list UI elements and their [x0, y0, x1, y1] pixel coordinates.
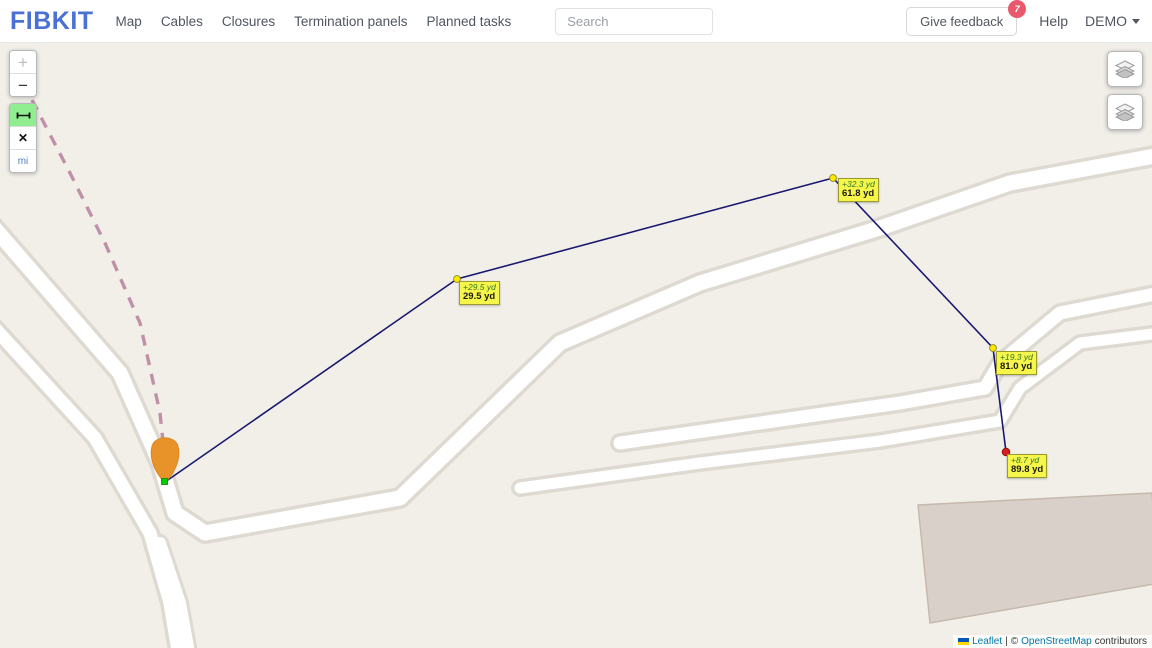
map-vector-layer — [0, 99, 1152, 648]
main-navigation: Map Cables Closures Termination panels P… — [116, 14, 512, 29]
measure-total: 61.8 yd — [842, 187, 875, 199]
measure-label: +32.3 yd 61.8 yd — [838, 178, 879, 202]
contributors-label: contributors — [1094, 636, 1147, 647]
layers-control-primary[interactable] — [1107, 51, 1143, 87]
nav-item-map[interactable]: Map — [116, 14, 142, 29]
attribution-separator: | — [1005, 636, 1008, 647]
measure-total: 89.8 yd — [1011, 463, 1044, 475]
ukraine-flag-icon — [958, 638, 970, 645]
measure-total: 81.0 yd — [1000, 360, 1033, 372]
openstreetmap-link[interactable]: OpenStreetMap — [1021, 636, 1092, 647]
search-input[interactable] — [555, 7, 714, 35]
navbar-right-group: Give feedback 7 Help DEMO — [906, 0, 1152, 36]
zoom-in-button[interactable]: + — [10, 51, 36, 73]
measure-label: +8.7 yd 89.8 yd — [1007, 454, 1048, 478]
measure-label: +29.5 yd 29.5 yd — [459, 281, 500, 305]
map-attribution: Leaflet | © OpenStreetMap contributors — [953, 635, 1152, 648]
measure-units-button[interactable]: mi — [10, 149, 36, 172]
top-navbar: FIBKIT Map Cables Closures Termination p… — [0, 0, 1152, 43]
building-polygon — [917, 492, 1152, 624]
ruler-icon — [16, 112, 30, 118]
nav-item-cables[interactable]: Cables — [161, 14, 203, 29]
layers-icon — [1115, 60, 1135, 78]
measure-total: 29.5 yd — [463, 290, 496, 302]
zoom-control: + − — [9, 50, 37, 97]
measure-toggle-button[interactable] — [10, 104, 36, 126]
nav-item-planned-tasks[interactable]: Planned tasks — [426, 14, 511, 29]
layers-control-secondary[interactable] — [1107, 94, 1143, 130]
vertex-start — [161, 478, 168, 485]
chevron-down-icon — [1132, 18, 1140, 24]
brand-logo[interactable]: FIBKIT — [10, 8, 94, 34]
help-link[interactable]: Help — [1039, 13, 1068, 29]
account-menu-label: DEMO — [1085, 13, 1127, 29]
zoom-out-button[interactable]: − — [10, 73, 36, 96]
close-icon: ✕ — [17, 131, 29, 145]
account-menu[interactable]: DEMO — [1085, 13, 1140, 29]
units-label: mi — [17, 155, 29, 167]
measure-label: +19.3 yd 81.0 yd — [996, 351, 1037, 375]
nav-item-termination-panels[interactable]: Termination panels — [294, 14, 407, 29]
layers-icon — [1115, 103, 1135, 121]
measure-cancel-button[interactable]: ✕ — [10, 126, 36, 149]
copyright-symbol: © — [1010, 636, 1019, 647]
leaflet-link[interactable]: Leaflet — [972, 636, 1002, 647]
measure-control: ✕ mi — [9, 103, 37, 173]
notification-badge[interactable]: 7 — [1008, 0, 1027, 18]
map-canvas[interactable]: +29.5 yd 29.5 yd +32.3 yd 61.8 yd +19.3 … — [0, 43, 1152, 648]
app-root: FIBKIT Map Cables Closures Termination p… — [0, 0, 1152, 648]
give-feedback-button[interactable]: Give feedback — [906, 6, 1018, 36]
vertex-mid-2 — [829, 174, 837, 182]
nav-item-closures[interactable]: Closures — [222, 14, 275, 29]
